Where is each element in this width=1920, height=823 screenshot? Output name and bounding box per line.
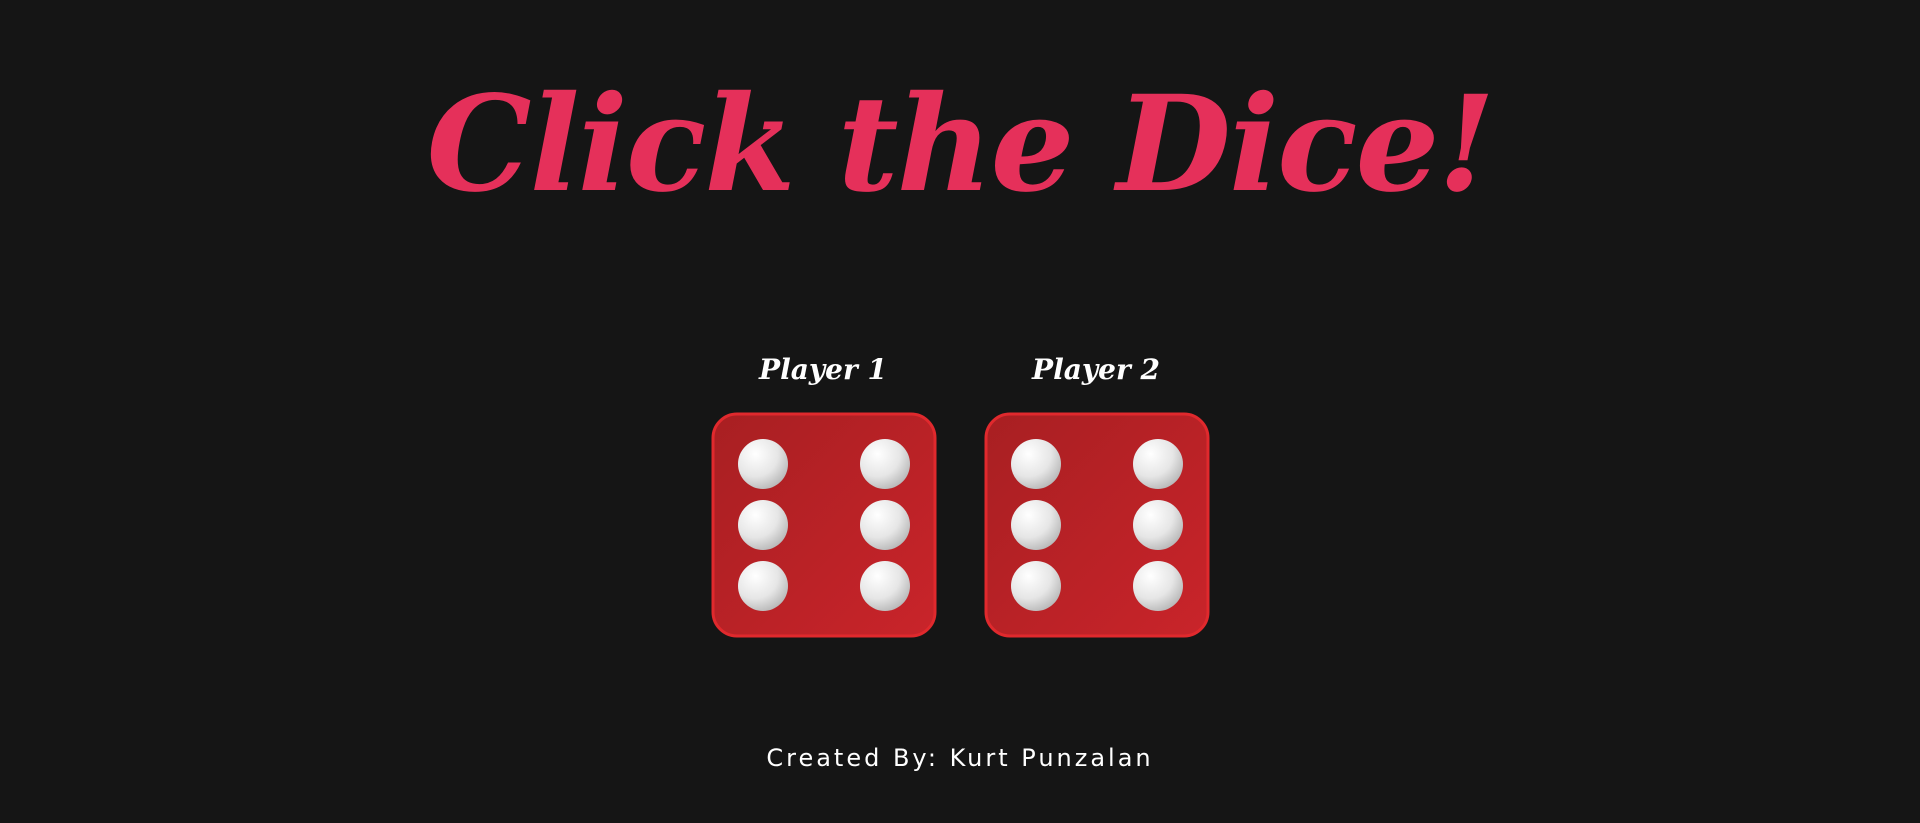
die-pip bbox=[1133, 439, 1183, 489]
die-pip bbox=[738, 500, 788, 550]
player-1-label: Player 1 bbox=[759, 353, 887, 386]
die-pip bbox=[1011, 439, 1061, 489]
die-pip bbox=[1011, 561, 1061, 611]
page-title: Click the Dice! bbox=[426, 67, 1496, 222]
player-2-die[interactable] bbox=[984, 412, 1210, 638]
die-pip bbox=[860, 561, 910, 611]
die-pip bbox=[1011, 500, 1061, 550]
dice-six-icon bbox=[984, 412, 1210, 638]
die-pip bbox=[1133, 500, 1183, 550]
die-pip bbox=[1133, 561, 1183, 611]
die-pip bbox=[860, 500, 910, 550]
player-1-panel: Player 1 bbox=[710, 345, 937, 638]
die-pip bbox=[738, 439, 788, 489]
dice-six-icon bbox=[711, 412, 937, 638]
die-pip bbox=[738, 561, 788, 611]
player-2-panel: Player 2 bbox=[983, 345, 1210, 638]
footer-credit: Created By: Kurt Punzalan bbox=[766, 744, 1154, 772]
die-pip bbox=[860, 439, 910, 489]
player-2-label: Player 2 bbox=[1032, 353, 1160, 386]
player-1-die[interactable] bbox=[711, 412, 937, 638]
